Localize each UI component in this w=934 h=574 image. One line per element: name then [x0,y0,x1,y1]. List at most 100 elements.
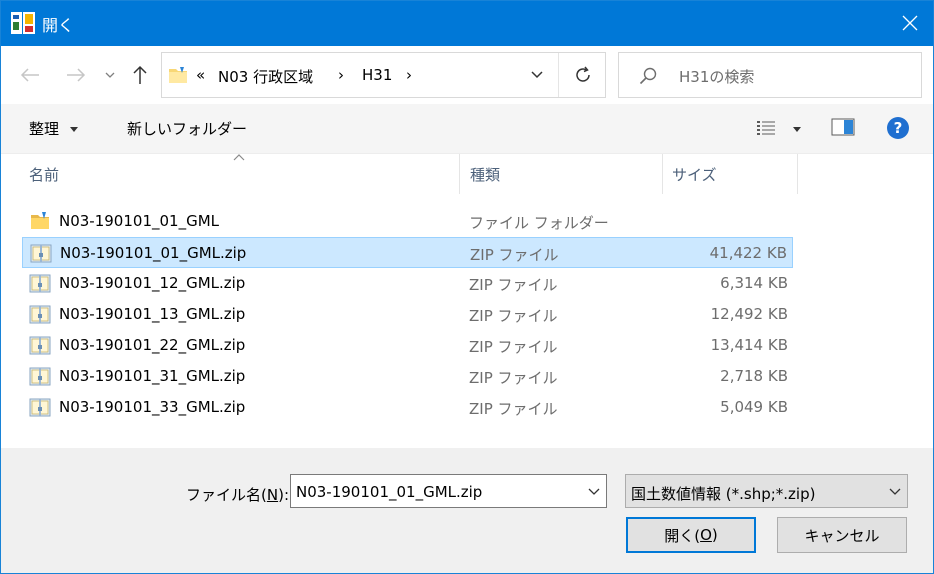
zip-file-icon [29,365,51,387]
up-button[interactable] [127,60,153,90]
details-view-icon [757,121,775,135]
search-placeholder: H31の検索 [679,68,755,86]
file-name: N03-190101_12_GML.zip [59,274,246,292]
file-size: 5,049 KB [720,398,788,416]
file-row[interactable]: N03-190101_31_GML.zip ZIP ファイル 2,718 KB [22,361,793,392]
column-header-type[interactable]: 種類 [470,164,500,185]
address-separator[interactable]: › [406,66,412,84]
help-icon: ? [887,117,909,139]
filename-label-accesskey: N [266,486,279,504]
filter-value: 国土数値情報 (*.shp;*.zip) [631,485,816,503]
file-type: ZIP ファイル [469,338,558,356]
new-folder-label: 新しいフォルダー [127,120,248,138]
column-header-size[interactable]: サイズ [672,164,717,185]
view-options-button[interactable] [753,116,805,142]
file-name: N03-190101_22_GML.zip [59,336,246,354]
open-button[interactable]: 開く(O) [626,517,756,553]
file-row[interactable]: N03-190101_33_GML.zip ZIP ファイル 5,049 KB [22,392,793,423]
preview-pane-icon [831,118,855,136]
file-size: 2,718 KB [720,367,788,385]
filename-label-suffix: ): [278,486,289,504]
file-size: 12,492 KB [710,305,788,323]
file-row[interactable]: N03-190101_13_GML.zip ZIP ファイル 12,492 KB [22,299,793,330]
address-separator[interactable]: › [338,66,344,84]
folder-row[interactable]: N03-190101_01_GML ファイル フォルダー [22,206,793,237]
zip-file-icon [29,303,51,325]
back-button[interactable] [15,60,45,90]
caret-down-icon [69,127,78,132]
folder-icon [29,210,51,232]
organize-button[interactable]: 整理 [29,118,78,139]
file-type-filter[interactable]: 国土数値情報 (*.shp;*.zip) [625,474,908,508]
recent-locations-button[interactable] [102,66,118,84]
filename-label: ファイル名(N): [186,484,289,505]
search-icon [639,67,657,85]
title-bar: 開く [0,0,934,46]
column-divider[interactable] [459,154,460,194]
chevron-down-icon[interactable] [588,484,600,498]
address-overflow[interactable]: « [196,66,205,84]
filename-input[interactable]: N03-190101_01_GML.zip [290,474,607,508]
address-bar[interactable]: « N03 行政区域 › H31 › [161,52,606,98]
file-size: 41,422 KB [709,244,787,262]
column-divider[interactable] [797,154,798,194]
file-name: N03-190101_33_GML.zip [59,398,246,416]
sort-ascending-icon [233,154,245,161]
file-type: ZIP ファイル [469,369,558,387]
command-bar: 整理 新しいフォルダー ? [1,104,933,154]
column-header-name[interactable]: 名前 [29,164,59,185]
zip-file-icon [29,334,51,356]
zip-file-icon [29,272,51,294]
search-input[interactable]: H31の検索 [618,52,922,98]
zip-file-icon [29,396,51,418]
file-row[interactable]: N03-190101_22_GML.zip ZIP ファイル 13,414 KB [22,330,793,361]
file-size: 13,414 KB [710,336,788,354]
file-type: ZIP ファイル [469,307,558,325]
address-segment-h31[interactable]: H31 [362,66,392,84]
svg-text:?: ? [894,119,903,137]
file-list: 名前 種類 サイズ N03-190101_01_GML ファイル フォルダー N03… [1,154,933,448]
cancel-button[interactable]: キャンセル [777,517,907,553]
app-icon [11,12,35,34]
close-button[interactable] [886,0,934,46]
file-type: ZIP ファイル [469,276,558,294]
column-divider[interactable] [662,154,663,194]
filename-value: N03-190101_01_GML.zip [296,483,483,501]
file-name: N03-190101_13_GML.zip [59,305,246,323]
address-segment-n03[interactable]: N03 行政区域 [218,66,313,87]
help-button[interactable]: ? [886,116,910,140]
arrow-left-icon [20,68,39,82]
chevron-down-icon [105,72,115,78]
close-icon [902,15,918,31]
file-name: N03-190101_01_GML [59,212,219,230]
file-name: N03-190101_01_GML.zip [60,244,247,262]
chevron-down-icon [531,71,543,79]
arrow-up-icon [133,65,147,84]
open-label-suffix: ) [711,526,718,544]
preview-pane-button[interactable] [831,118,855,138]
cancel-label: キャンセル [804,526,880,545]
folder-icon [169,67,187,83]
filename-label-text: ファイル名( [186,486,267,504]
dialog-footer: ファイル名(N): N03-190101_01_GML.zip 国土数値情報 (… [1,448,933,573]
refresh-icon [575,66,590,82]
refresh-button[interactable] [558,53,606,97]
new-folder-button[interactable]: 新しいフォルダー [127,118,247,139]
open-label: 開く( [664,526,701,545]
file-size: 6,314 KB [720,274,788,292]
window-title: 開く [42,16,75,35]
forward-button[interactable] [61,60,91,90]
organize-label: 整理 [29,120,60,138]
file-type: ZIP ファイル [470,246,559,264]
address-history-button[interactable] [517,53,557,97]
navigation-bar: « N03 行政区域 › H31 › H31の検索 [1,46,933,104]
file-row[interactable]: N03-190101_12_GML.zip ZIP ファイル 6,314 KB [22,268,793,299]
chevron-down-icon [889,488,901,495]
open-label-accesskey: O [700,526,712,544]
arrow-right-icon [67,68,86,82]
file-row[interactable]: N03-190101_01_GML.zip ZIP ファイル 41,422 KB [22,237,793,268]
caret-down-icon [793,127,801,132]
file-type: ファイル フォルダー [469,214,609,232]
file-type: ZIP ファイル [469,400,558,418]
file-name: N03-190101_31_GML.zip [59,367,246,385]
